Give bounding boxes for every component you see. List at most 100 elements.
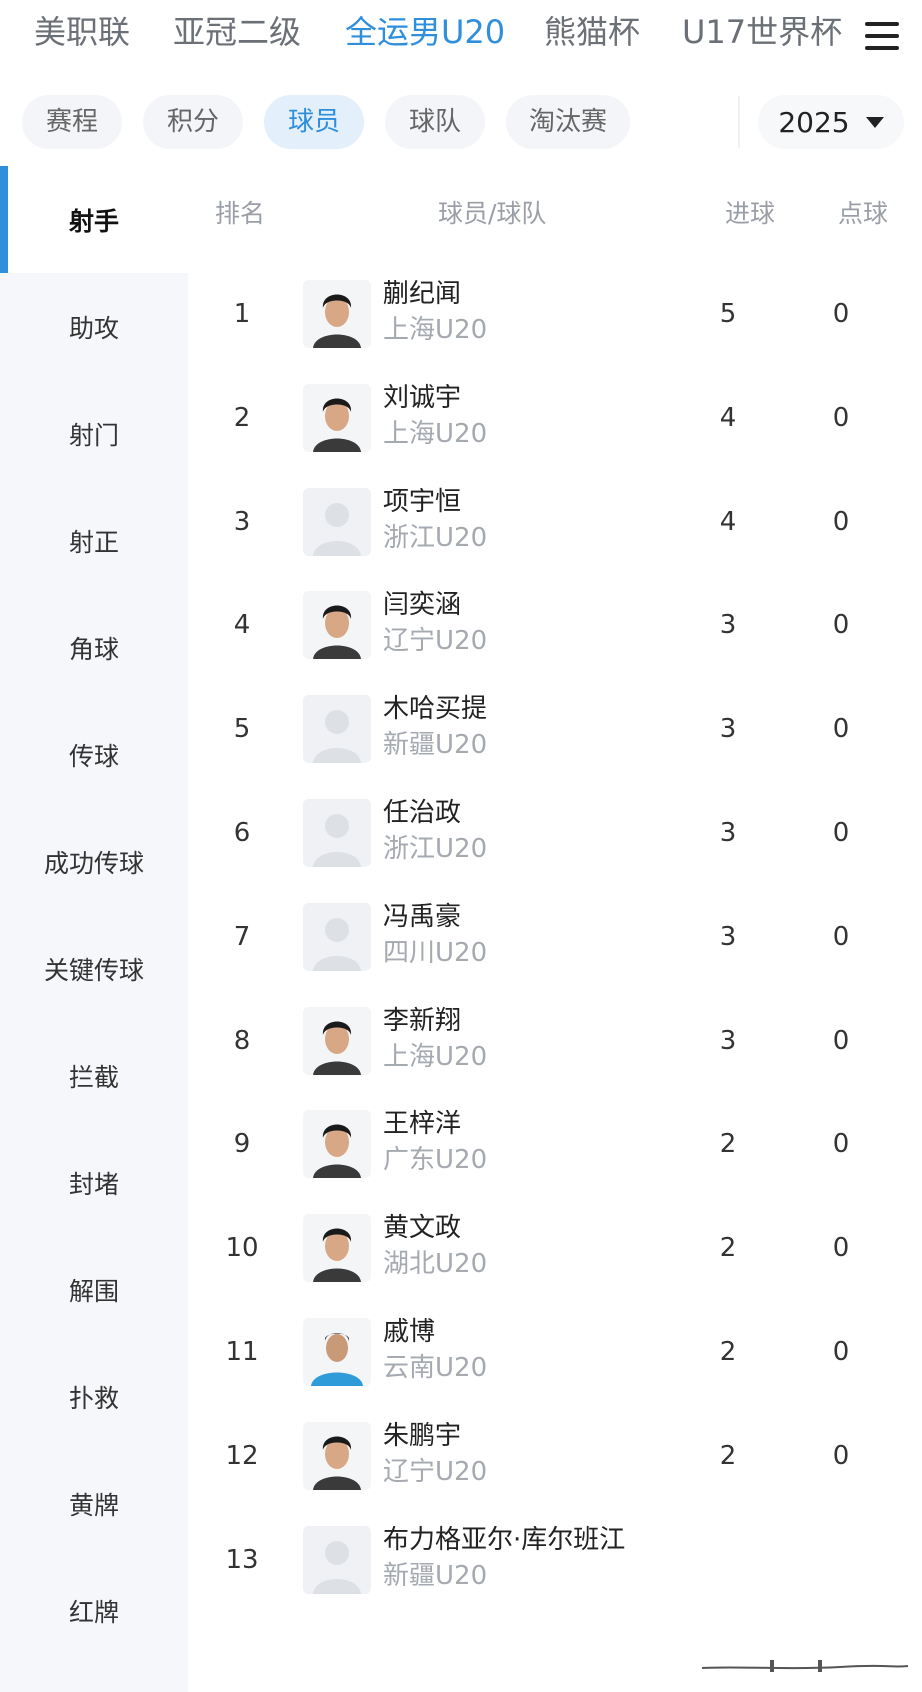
stat-category-saves[interactable]: 扑救 (0, 1343, 188, 1450)
stat-category-blocks[interactable]: 封堵 (0, 1129, 188, 1236)
watermark-mark (701, 1660, 909, 1672)
header-rank: 排名 (215, 199, 266, 228)
player-team[interactable]: 上海U20 (383, 1041, 487, 1073)
caret-down-icon (865, 116, 884, 128)
player-goals: 3 (719, 922, 737, 952)
player-team[interactable]: 湖北U20 (383, 1248, 487, 1280)
player-goals: 4 (719, 403, 737, 433)
table-row[interactable]: 9 王梓洋广东U20 2 0 (188, 1088, 922, 1200)
player-name[interactable]: 朱鹏宇 (383, 1420, 461, 1452)
player-name[interactable]: 戚博 (383, 1316, 435, 1348)
player-avatar[interactable] (303, 1110, 371, 1178)
avatar-placeholder-icon[interactable] (303, 695, 371, 763)
league-tab-acl2[interactable]: 亚冠二级 (173, 12, 301, 52)
hamburger-menu-icon[interactable] (842, 12, 922, 60)
stat-category-assists[interactable]: 助攻 (0, 273, 188, 380)
player-penalties: 0 (832, 1233, 850, 1263)
table-row[interactable]: 12 朱鹏宇 辽宁U20 2 0 (188, 1400, 922, 1512)
player-rank: 3 (233, 507, 251, 537)
player-team[interactable]: 上海U20 (383, 314, 487, 346)
stat-category-label: 射正 (68, 527, 119, 557)
stat-category-scorers[interactable]: 射手 (0, 166, 188, 273)
player-rank: 1 (233, 299, 251, 329)
player-penalties: 0 (832, 922, 850, 952)
player-avatar[interactable] (303, 591, 371, 659)
avatar-placeholder-icon[interactable] (303, 903, 371, 971)
player-team[interactable]: 浙江U20 (383, 522, 487, 554)
sub-tab-players[interactable]: 球员 (264, 95, 364, 149)
player-team[interactable]: 辽宁U20 (383, 625, 487, 657)
divider (738, 96, 740, 148)
player-name[interactable]: 刘诚宇 (383, 382, 461, 414)
table-row[interactable]: 2 刘诚宇 上海U20 4 0 (188, 362, 922, 474)
stat-category-corners[interactable]: 角球 (0, 594, 188, 701)
player-name[interactable]: 蒯纪闻 (383, 278, 461, 310)
player-penalties: 0 (832, 714, 850, 744)
table-row[interactable]: 13 布力格亚尔·库尔班江 新疆U20 (188, 1504, 922, 1616)
league-tab-national-games-u20[interactable]: 全运男U20 (345, 12, 505, 52)
season-select[interactable]: 2025 (758, 95, 904, 149)
player-team[interactable]: 新疆U20 (383, 729, 487, 761)
player-name[interactable]: 项宇恒 (383, 486, 461, 518)
player-penalties: 0 (832, 1129, 850, 1159)
player-avatar[interactable] (303, 1422, 371, 1490)
player-avatar[interactable] (303, 1318, 371, 1386)
player-team[interactable]: 四川U20 (383, 937, 487, 969)
stat-category-shots-on-target[interactable]: 射正 (0, 487, 188, 594)
avatar-placeholder-icon[interactable] (303, 799, 371, 867)
table-row[interactable]: 7 冯禹豪 四川U20 3 0 (188, 881, 922, 993)
table-row[interactable]: 5 木哈买提 新疆U20 3 0 (188, 673, 922, 785)
league-tab-u17-world-cup[interactable]: U17世界杯 (682, 12, 842, 52)
player-team[interactable]: 云南U20 (383, 1352, 487, 1384)
player-goals: 2 (719, 1441, 737, 1471)
table-row[interactable]: 11 戚博 云南U20 2 0 (188, 1296, 922, 1408)
stat-category-successful-passes[interactable]: 成功传球 (0, 808, 188, 915)
player-goals: 5 (719, 299, 737, 329)
table-row[interactable]: 6 任治政 浙江U20 3 0 (188, 777, 922, 889)
avatar-placeholder-icon[interactable] (303, 1526, 371, 1594)
table-row[interactable]: 10 黄文政 湖北U20 2 0 (188, 1192, 922, 1304)
stat-category-key-passes[interactable]: 关键传球 (0, 915, 188, 1022)
sub-tab-knockout[interactable]: 淘汰赛 (506, 95, 630, 149)
table-row[interactable]: 8 李新翔 上海U20 3 0 (188, 985, 922, 1097)
player-team[interactable]: 上海U20 (383, 418, 487, 450)
player-name[interactable]: 木哈买提 (383, 693, 487, 725)
player-name[interactable]: 黄文政 (383, 1212, 461, 1244)
stat-category-shots[interactable]: 射门 (0, 380, 188, 487)
player-goals: 3 (719, 818, 737, 848)
player-avatar[interactable] (303, 1214, 371, 1282)
sub-tab-schedule[interactable]: 赛程 (22, 95, 122, 149)
player-avatar[interactable] (303, 1007, 371, 1075)
stat-category-yellow-cards[interactable]: 黄牌 (0, 1450, 188, 1557)
stat-category-interceptions[interactable]: 拦截 (0, 1022, 188, 1129)
player-team[interactable]: 广东U20 (383, 1144, 487, 1176)
player-team[interactable]: 浙江U20 (383, 833, 487, 865)
avatar-placeholder-icon[interactable] (303, 488, 371, 556)
player-name[interactable]: 王梓洋 (383, 1108, 461, 1140)
stat-category-clearances[interactable]: 解围 (0, 1236, 188, 1343)
player-goals (688, 1504, 768, 1616)
sub-tab-standings[interactable]: 积分 (143, 95, 243, 149)
player-goals: 2 (719, 1129, 737, 1159)
player-name[interactable]: 任治政 (383, 797, 461, 829)
player-avatar[interactable] (303, 384, 371, 452)
league-tab-mls[interactable]: 美职联 (34, 12, 130, 52)
player-name[interactable]: 冯禹豪 (383, 901, 461, 933)
player-rank: 9 (233, 1129, 251, 1159)
table-row[interactable]: 1 蒯纪闻上海U20 5 0 (188, 258, 922, 370)
league-tab-panda-cup[interactable]: 熊猫杯 (544, 12, 640, 52)
stat-category-passes[interactable]: 传球 (0, 701, 188, 808)
player-goals: 2 (719, 1233, 737, 1263)
sub-tab-teams[interactable]: 球队 (385, 95, 485, 149)
player-penalties: 0 (832, 299, 850, 329)
stat-category-red-cards[interactable]: 红牌 (0, 1557, 188, 1664)
player-rank: 6 (233, 818, 251, 848)
player-team[interactable]: 辽宁U20 (383, 1456, 487, 1488)
player-name[interactable]: 闫奕涵 (383, 589, 461, 621)
player-team[interactable]: 新疆U20 (383, 1560, 487, 1592)
player-name[interactable]: 布力格亚尔·库尔班江 (383, 1524, 625, 1556)
player-avatar[interactable] (303, 280, 371, 348)
table-row[interactable]: 3 项宇恒 浙江U20 4 0 (188, 466, 922, 578)
player-name[interactable]: 李新翔 (383, 1005, 461, 1037)
table-row[interactable]: 4 闫奕涵 辽宁U20 3 0 (188, 569, 922, 681)
